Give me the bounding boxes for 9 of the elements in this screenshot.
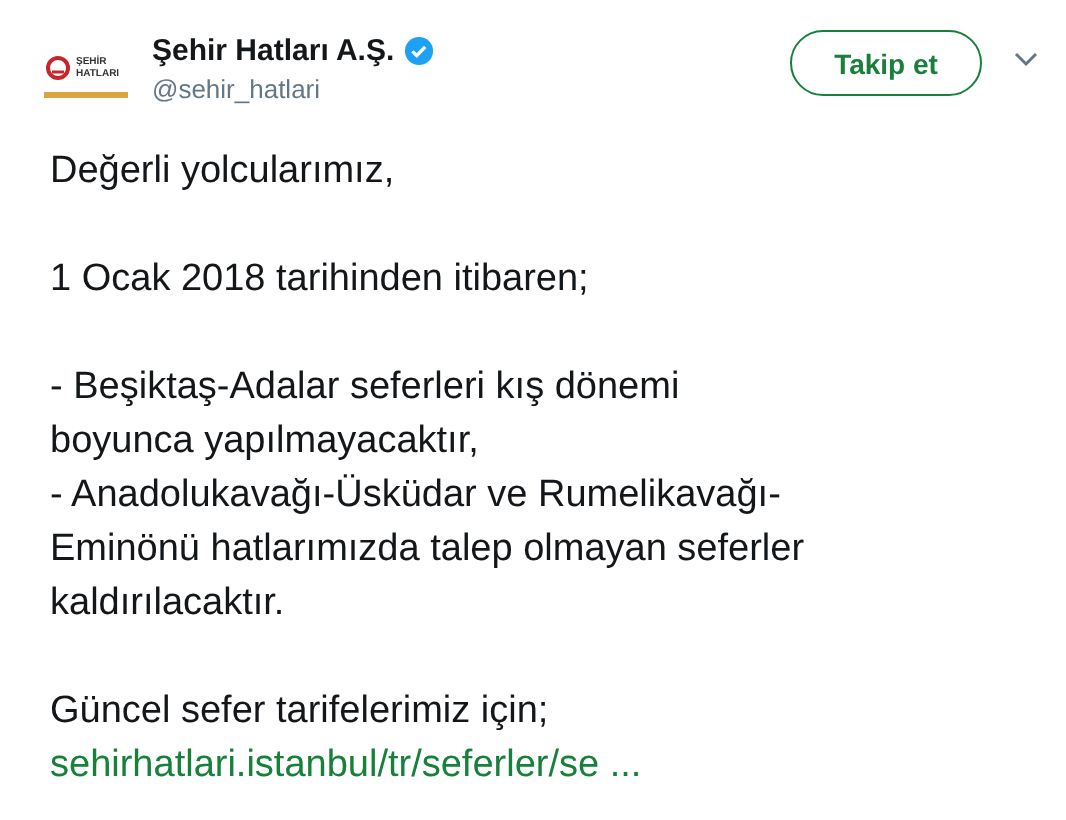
tweet-paragraph: 1 Ocak 2018 tarihinden itibaren; (50, 256, 591, 304)
tweet-paragraph: Değerli yolcularımız, (50, 148, 397, 196)
tweet-paragraph: Güncel sefer tarifelerimiz için; (50, 688, 551, 736)
follow-button[interactable]: Takip et (790, 30, 982, 96)
tweet-link[interactable]: sehirhatlari.istanbul/tr/seferler/se ... (50, 738, 642, 792)
account-name: Şehir Hatları A.Ş. (152, 34, 395, 68)
tweet-paragraph: - Beşiktaş-Adalar seferleri kış dönemi boyunca yapılmayacaktır, - Anadolukavağı-Üsküdar ve Rumelikavağı- Eminönü hatlarımızda talep olmayan seferler kaldırılacaktır. (50, 364, 807, 628)
account-handle: @sehir_hatlari (152, 74, 323, 104)
chevron-down-icon[interactable] (1014, 52, 1038, 68)
